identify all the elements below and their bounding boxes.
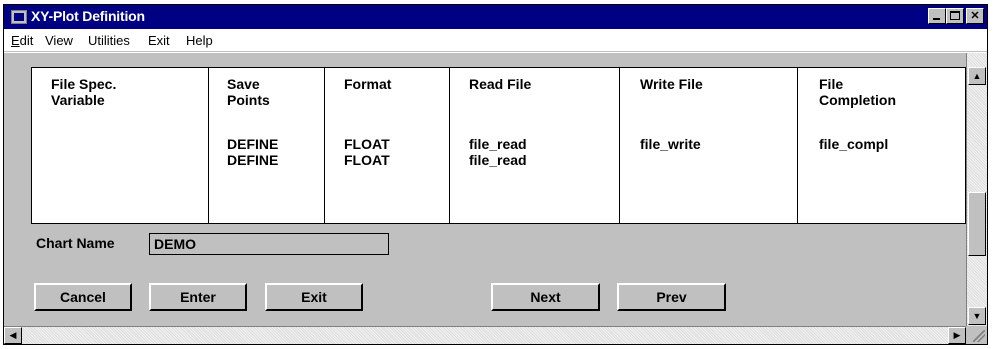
menu-edit-label: E [11,33,20,48]
menu-exit[interactable]: Exit [148,33,170,48]
next-button[interactable]: Next [491,283,600,311]
menu-edit[interactable]: Edit [11,33,33,48]
xy-plot-definition-window: XY-Plot Definition ✕ Edit View Utilities… [3,4,988,345]
chart-name-label: Chart Name [36,235,115,251]
cell-read-file[interactable]: file_read file_read [469,136,527,168]
close-button[interactable]: ✕ [966,8,984,24]
maximize-button[interactable] [946,8,964,24]
header-file-spec-variable: File Spec. Variable [51,76,117,108]
header-file-completion: File Completion [819,76,896,108]
column-file-completion[interactable]: File Completion file_compl [798,68,966,223]
prev-button[interactable]: Prev [617,283,726,311]
cell-format[interactable]: FLOAT FLOAT [344,136,390,168]
vertical-scroll-thumb[interactable] [968,192,986,256]
window-app-icon[interactable] [11,10,27,24]
menu-view[interactable]: View [45,33,73,48]
menu-utilities[interactable]: Utilities [88,33,130,48]
header-write-file: Write File [640,76,703,92]
enter-button[interactable]: Enter [149,283,247,311]
column-save-points[interactable]: Save Points DEFINE DEFINE [209,68,325,223]
header-read-file: Read File [469,76,532,92]
menu-bar: Edit View Utilities Exit Help [4,31,987,52]
chart-name-input[interactable]: DEMO [149,233,389,255]
column-write-file[interactable]: Write File file_write [620,68,798,223]
vertical-scrollbar[interactable]: ▲ ▼ [966,53,987,326]
cancel-button[interactable]: Cancel [34,283,132,311]
scroll-left-arrow-icon[interactable]: ◀ [4,327,22,344]
header-format: Format [344,76,392,92]
column-read-file[interactable]: Read File file_read file_read [450,68,620,223]
cell-write-file[interactable]: file_write [640,136,701,152]
header-save-points: Save Points [227,76,270,108]
minimize-icon [933,18,940,20]
window-title: XY-Plot Definition [31,8,145,24]
cell-file-completion[interactable]: file_compl [819,136,888,152]
file-spec-table: File Spec. Variable Save Points DEFINE D… [31,67,966,224]
exit-button[interactable]: Exit [265,283,363,311]
maximize-icon [950,11,960,20]
form-content: File Spec. Variable Save Points DEFINE D… [4,53,966,326]
column-file-spec-variable[interactable]: File Spec. Variable [32,68,209,223]
scroll-right-arrow-icon[interactable]: ▶ [948,327,966,344]
resize-grip-icon[interactable] [966,326,987,344]
scroll-up-arrow-icon[interactable]: ▲ [968,67,986,85]
cell-save-points[interactable]: DEFINE DEFINE [227,136,278,168]
menu-edit-label-rest: dit [19,33,34,48]
column-format[interactable]: Format FLOAT FLOAT [325,68,450,223]
minimize-button[interactable] [928,8,946,24]
horizontal-scrollbar[interactable]: ◀ ▶ [4,326,966,344]
menu-help[interactable]: Help [186,33,213,48]
title-bar[interactable]: XY-Plot Definition ✕ [4,5,987,29]
scroll-down-arrow-icon[interactable]: ▼ [968,307,986,325]
close-icon: ✕ [970,10,980,22]
